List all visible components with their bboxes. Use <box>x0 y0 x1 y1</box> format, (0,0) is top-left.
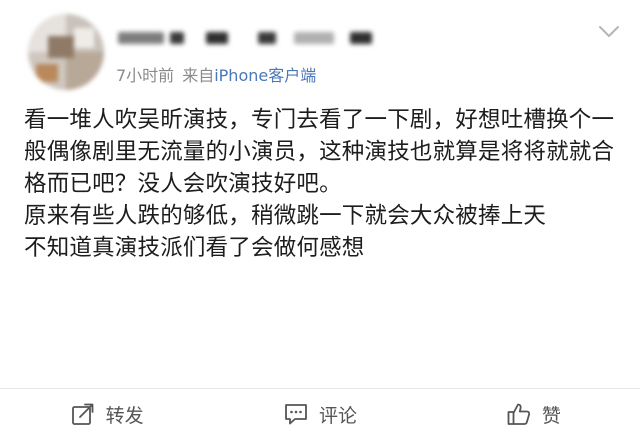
like-button[interactable]: 赞 <box>427 389 640 439</box>
source-prefix: 来自 <box>182 66 215 85</box>
repost-button[interactable]: 转发 <box>0 389 213 439</box>
action-bar: 转发 评论 赞 <box>0 389 640 439</box>
post-meta: 7小时前 来自iPhone客户端 <box>116 62 316 86</box>
post-time: 7小时前 <box>116 66 175 85</box>
comment-label: 评论 <box>318 404 357 427</box>
repost-label: 转发 <box>105 404 144 427</box>
weibo-post: 7小时前 来自iPhone客户端 看一堆人吹吴昕演技，专门去看了一下剧，好想吐槽换… <box>0 0 640 439</box>
username[interactable] <box>118 26 388 48</box>
post-content: 看一堆人吹吴昕演技，专门去看了一下剧，好想吐槽换个一般偶像剧里无流量的小演员，这… <box>24 104 620 264</box>
post-paragraph: 看一堆人吹吴昕演技，专门去看了一下剧，好想吐槽换个一般偶像剧里无流量的小演员，这… <box>24 107 615 197</box>
chevron-down-icon[interactable] <box>598 24 620 38</box>
post-header: 7小时前 来自iPhone客户端 <box>0 0 640 96</box>
comment-button[interactable]: 评论 <box>213 389 426 439</box>
repost-icon <box>70 401 96 427</box>
post-paragraph: 原来有些人跌的够低，稍微跳一下就会大众被捧上天 <box>24 203 547 229</box>
avatar[interactable] <box>28 14 104 90</box>
thumbs-up-icon <box>506 401 532 427</box>
like-label: 赞 <box>541 404 561 427</box>
source-device-link[interactable]: iPhone客户端 <box>214 66 316 85</box>
comment-icon <box>283 401 309 427</box>
post-paragraph: 不知道真演技派们看了会做何感想 <box>24 235 365 261</box>
